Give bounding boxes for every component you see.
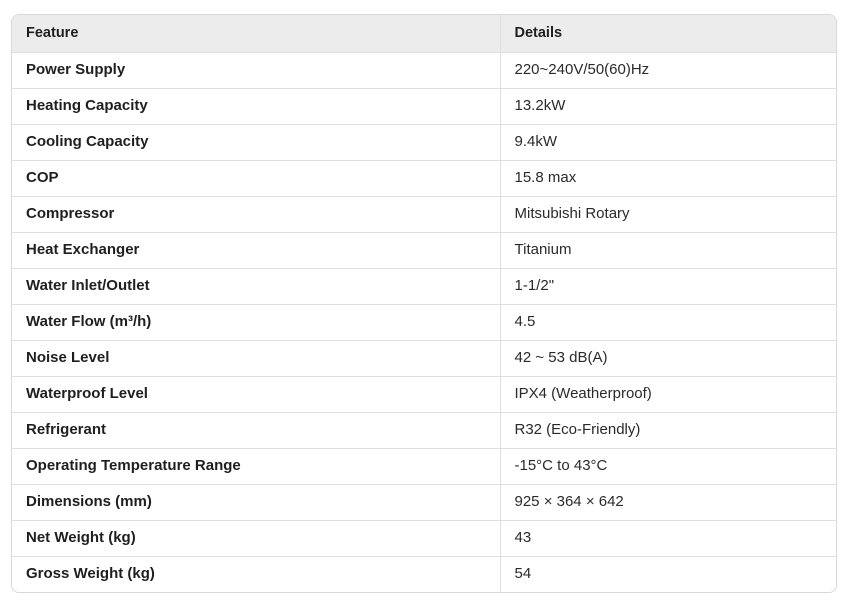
details-cell: 925 × 364 × 642: [500, 484, 836, 521]
table-row: Noise Level 42 ~ 53 dB(A): [12, 340, 836, 377]
column-header-feature: Feature: [12, 15, 501, 53]
table-row: Heat Exchanger Titanium: [12, 232, 836, 269]
feature-cell: Water Flow (m³/h): [12, 304, 501, 341]
table-body: Power Supply 220~240V/50(60)Hz Heating C…: [12, 52, 836, 592]
feature-cell: COP: [12, 160, 501, 197]
table-row: COP 15.8 max: [12, 160, 836, 197]
table-row: Net Weight (kg) 43: [12, 520, 836, 557]
spec-table-container: Feature Details Power Supply 220~240V/50…: [11, 14, 837, 593]
details-cell: 15.8 max: [500, 160, 836, 197]
feature-cell: Net Weight (kg): [12, 520, 501, 557]
details-cell: 13.2kW: [500, 88, 836, 125]
table-row: Dimensions (mm) 925 × 364 × 642: [12, 484, 836, 521]
feature-cell: Operating Temperature Range: [12, 448, 501, 485]
table-row: Waterproof Level IPX4 (Weatherproof): [12, 376, 836, 413]
details-cell: Mitsubishi Rotary: [500, 196, 836, 233]
table-row: Compressor Mitsubishi Rotary: [12, 196, 836, 233]
details-cell: R32 (Eco-Friendly): [500, 412, 836, 449]
table-row: Heating Capacity 13.2kW: [12, 88, 836, 125]
details-cell: IPX4 (Weatherproof): [500, 376, 836, 413]
table-row: Gross Weight (kg) 54: [12, 556, 836, 592]
table-row: Operating Temperature Range -15°C to 43°…: [12, 448, 836, 485]
details-cell: 9.4kW: [500, 124, 836, 161]
table-row: Water Inlet/Outlet 1-1/2": [12, 268, 836, 305]
header-row: Feature Details: [12, 15, 836, 53]
feature-cell: Noise Level: [12, 340, 501, 377]
feature-cell: Water Inlet/Outlet: [12, 268, 501, 305]
feature-cell: Refrigerant: [12, 412, 501, 449]
feature-cell: Waterproof Level: [12, 376, 501, 413]
feature-cell: Dimensions (mm): [12, 484, 501, 521]
column-header-details: Details: [500, 15, 836, 53]
feature-cell: Gross Weight (kg): [12, 556, 501, 592]
table-header: Feature Details: [12, 15, 836, 53]
feature-cell: Heating Capacity: [12, 88, 501, 125]
details-cell: 4.5: [500, 304, 836, 341]
feature-cell: Cooling Capacity: [12, 124, 501, 161]
details-cell: 43: [500, 520, 836, 557]
feature-cell: Heat Exchanger: [12, 232, 501, 269]
feature-cell: Power Supply: [12, 52, 501, 89]
details-cell: Titanium: [500, 232, 836, 269]
details-cell: -15°C to 43°C: [500, 448, 836, 485]
table-row: Water Flow (m³/h) 4.5: [12, 304, 836, 341]
table-row: Cooling Capacity 9.4kW: [12, 124, 836, 161]
details-cell: 42 ~ 53 dB(A): [500, 340, 836, 377]
spec-table: Feature Details Power Supply 220~240V/50…: [12, 15, 836, 592]
details-cell: 220~240V/50(60)Hz: [500, 52, 836, 89]
table-row: Power Supply 220~240V/50(60)Hz: [12, 52, 836, 89]
details-cell: 1-1/2": [500, 268, 836, 305]
table-row: Refrigerant R32 (Eco-Friendly): [12, 412, 836, 449]
feature-cell: Compressor: [12, 196, 501, 233]
details-cell: 54: [514, 565, 532, 583]
